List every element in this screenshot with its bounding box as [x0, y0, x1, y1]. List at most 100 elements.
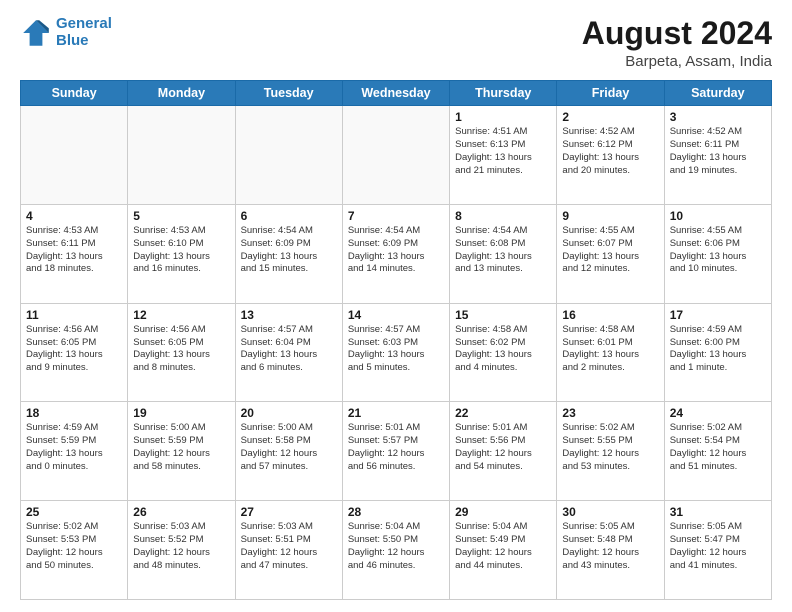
title-block: August 2024 Barpeta, Assam, India	[582, 16, 772, 70]
day-info: Sunrise: 4:56 AM Sunset: 6:05 PM Dayligh…	[133, 324, 229, 375]
day-info: Sunrise: 4:59 AM Sunset: 5:59 PM Dayligh…	[26, 422, 122, 473]
day-info: Sunrise: 5:03 AM Sunset: 5:51 PM Dayligh…	[241, 521, 337, 572]
calendar-cell: 13 Sunrise: 4:57 AM Sunset: 6:04 PM Dayli…	[235, 303, 342, 402]
day-number: 27	[241, 505, 337, 519]
calendar-cell: 9Sunrise: 4:55 AM Sunset: 6:07 PM Daylig…	[557, 204, 664, 303]
calendar-cell: 11Sunrise: 4:56 AM Sunset: 6:05 PM Dayli…	[21, 303, 128, 402]
day-number: 26	[133, 505, 229, 519]
calendar-header-thursday: Thursday	[450, 81, 557, 106]
calendar-cell: 1 Sunrise: 4:51 AM Sunset: 6:13 PM Daylig…	[450, 106, 557, 205]
calendar-cell: 21 Sunrise: 5:01 AM Sunset: 5:57 PM Dayli…	[342, 402, 449, 501]
calendar-cell	[235, 106, 342, 205]
calendar-cell: 10Sunrise: 4:55 AM Sunset: 6:06 PM Dayli…	[664, 204, 771, 303]
day-info: Sunrise: 4:58 AM Sunset: 6:01 PM Dayligh…	[562, 324, 658, 375]
day-info: Sunrise: 4:55 AM Sunset: 6:06 PM Dayligh…	[670, 225, 766, 276]
day-number: 12	[133, 308, 229, 322]
calendar-cell: 3 Sunrise: 4:52 AM Sunset: 6:11 PM Daylig…	[664, 106, 771, 205]
day-info: Sunrise: 4:59 AM Sunset: 6:00 PM Dayligh…	[670, 324, 766, 375]
calendar-week-2: 4 Sunrise: 4:53 AM Sunset: 6:11 PM Daylig…	[21, 204, 772, 303]
day-number: 16	[562, 308, 658, 322]
day-number: 13	[241, 308, 337, 322]
day-number: 5	[133, 209, 229, 223]
calendar-cell: 16 Sunrise: 4:58 AM Sunset: 6:01 PM Dayli…	[557, 303, 664, 402]
calendar-header-tuesday: Tuesday	[235, 81, 342, 106]
day-number: 3	[670, 110, 766, 124]
day-number: 23	[562, 406, 658, 420]
calendar-cell: 14 Sunrise: 4:57 AM Sunset: 6:03 PM Dayli…	[342, 303, 449, 402]
day-number: 18	[26, 406, 122, 420]
calendar-header-wednesday: Wednesday	[342, 81, 449, 106]
day-info: Sunrise: 5:00 AM Sunset: 5:59 PM Dayligh…	[133, 422, 229, 473]
calendar-header-row: SundayMondayTuesdayWednesdayThursdayFrid…	[21, 81, 772, 106]
calendar-cell: 4 Sunrise: 4:53 AM Sunset: 6:11 PM Daylig…	[21, 204, 128, 303]
day-number: 19	[133, 406, 229, 420]
calendar-cell: 5Sunrise: 4:53 AM Sunset: 6:10 PM Daylig…	[128, 204, 235, 303]
day-info: Sunrise: 5:04 AM Sunset: 5:50 PM Dayligh…	[348, 521, 444, 572]
calendar-cell: 27 Sunrise: 5:03 AM Sunset: 5:51 PM Dayli…	[235, 501, 342, 600]
logo-general: General	[56, 15, 112, 32]
day-number: 28	[348, 505, 444, 519]
day-number: 8	[455, 209, 551, 223]
calendar-table: SundayMondayTuesdayWednesdayThursdayFrid…	[20, 80, 772, 600]
calendar-cell: 24 Sunrise: 5:02 AM Sunset: 5:54 PM Dayli…	[664, 402, 771, 501]
calendar-week-4: 18 Sunrise: 4:59 AM Sunset: 5:59 PM Dayli…	[21, 402, 772, 501]
day-number: 2	[562, 110, 658, 124]
calendar-cell	[21, 106, 128, 205]
day-info: Sunrise: 4:53 AM Sunset: 6:11 PM Dayligh…	[26, 225, 122, 276]
day-info: Sunrise: 4:57 AM Sunset: 6:03 PM Dayligh…	[348, 324, 444, 375]
day-info: Sunrise: 5:04 AM Sunset: 5:49 PM Dayligh…	[455, 521, 551, 572]
day-info: Sunrise: 5:02 AM Sunset: 5:54 PM Dayligh…	[670, 422, 766, 473]
day-number: 17	[670, 308, 766, 322]
day-info: Sunrise: 5:01 AM Sunset: 5:57 PM Dayligh…	[348, 422, 444, 473]
calendar-cell	[342, 106, 449, 205]
day-number: 21	[348, 406, 444, 420]
day-number: 20	[241, 406, 337, 420]
day-number: 4	[26, 209, 122, 223]
calendar-cell: 28 Sunrise: 5:04 AM Sunset: 5:50 PM Dayli…	[342, 501, 449, 600]
calendar-header-saturday: Saturday	[664, 81, 771, 106]
calendar-cell: 23 Sunrise: 5:02 AM Sunset: 5:55 PM Dayli…	[557, 402, 664, 501]
day-info: Sunrise: 4:52 AM Sunset: 6:12 PM Dayligh…	[562, 126, 658, 177]
calendar-cell: 2 Sunrise: 4:52 AM Sunset: 6:12 PM Daylig…	[557, 106, 664, 205]
day-number: 29	[455, 505, 551, 519]
page: General Blue August 2024 Barpeta, Assam,…	[0, 0, 792, 612]
day-number: 31	[670, 505, 766, 519]
day-info: Sunrise: 4:54 AM Sunset: 6:09 PM Dayligh…	[241, 225, 337, 276]
calendar-header-sunday: Sunday	[21, 81, 128, 106]
calendar-cell: 8Sunrise: 4:54 AM Sunset: 6:08 PM Daylig…	[450, 204, 557, 303]
day-number: 1	[455, 110, 551, 124]
logo-blue: Blue	[56, 32, 89, 49]
day-number: 22	[455, 406, 551, 420]
day-number: 25	[26, 505, 122, 519]
day-info: Sunrise: 5:02 AM Sunset: 5:55 PM Dayligh…	[562, 422, 658, 473]
logo-text: General Blue	[56, 16, 112, 49]
day-info: Sunrise: 5:03 AM Sunset: 5:52 PM Dayligh…	[133, 521, 229, 572]
logo: General Blue	[20, 16, 112, 49]
day-info: Sunrise: 5:02 AM Sunset: 5:53 PM Dayligh…	[26, 521, 122, 572]
calendar-cell: 6Sunrise: 4:54 AM Sunset: 6:09 PM Daylig…	[235, 204, 342, 303]
day-info: Sunrise: 4:55 AM Sunset: 6:07 PM Dayligh…	[562, 225, 658, 276]
calendar-header-monday: Monday	[128, 81, 235, 106]
day-number: 15	[455, 308, 551, 322]
calendar-cell: 20 Sunrise: 5:00 AM Sunset: 5:58 PM Dayli…	[235, 402, 342, 501]
calendar-cell: 17 Sunrise: 4:59 AM Sunset: 6:00 PM Dayli…	[664, 303, 771, 402]
day-info: Sunrise: 4:54 AM Sunset: 6:09 PM Dayligh…	[348, 225, 444, 276]
calendar-cell: 18 Sunrise: 4:59 AM Sunset: 5:59 PM Dayli…	[21, 402, 128, 501]
calendar-cell: 30 Sunrise: 5:05 AM Sunset: 5:48 PM Dayli…	[557, 501, 664, 600]
day-info: Sunrise: 4:57 AM Sunset: 6:04 PM Dayligh…	[241, 324, 337, 375]
subtitle: Barpeta, Assam, India	[582, 53, 772, 70]
day-info: Sunrise: 4:56 AM Sunset: 6:05 PM Dayligh…	[26, 324, 122, 375]
day-number: 24	[670, 406, 766, 420]
day-number: 30	[562, 505, 658, 519]
day-info: Sunrise: 5:00 AM Sunset: 5:58 PM Dayligh…	[241, 422, 337, 473]
calendar-week-1: 1 Sunrise: 4:51 AM Sunset: 6:13 PM Daylig…	[21, 106, 772, 205]
day-info: Sunrise: 4:51 AM Sunset: 6:13 PM Dayligh…	[455, 126, 551, 177]
calendar-week-3: 11Sunrise: 4:56 AM Sunset: 6:05 PM Dayli…	[21, 303, 772, 402]
calendar-cell: 19 Sunrise: 5:00 AM Sunset: 5:59 PM Dayli…	[128, 402, 235, 501]
day-info: Sunrise: 4:52 AM Sunset: 6:11 PM Dayligh…	[670, 126, 766, 177]
calendar-cell	[128, 106, 235, 205]
main-title: August 2024	[582, 16, 772, 51]
calendar-cell: 7Sunrise: 4:54 AM Sunset: 6:09 PM Daylig…	[342, 204, 449, 303]
day-info: Sunrise: 5:05 AM Sunset: 5:48 PM Dayligh…	[562, 521, 658, 572]
day-number: 14	[348, 308, 444, 322]
